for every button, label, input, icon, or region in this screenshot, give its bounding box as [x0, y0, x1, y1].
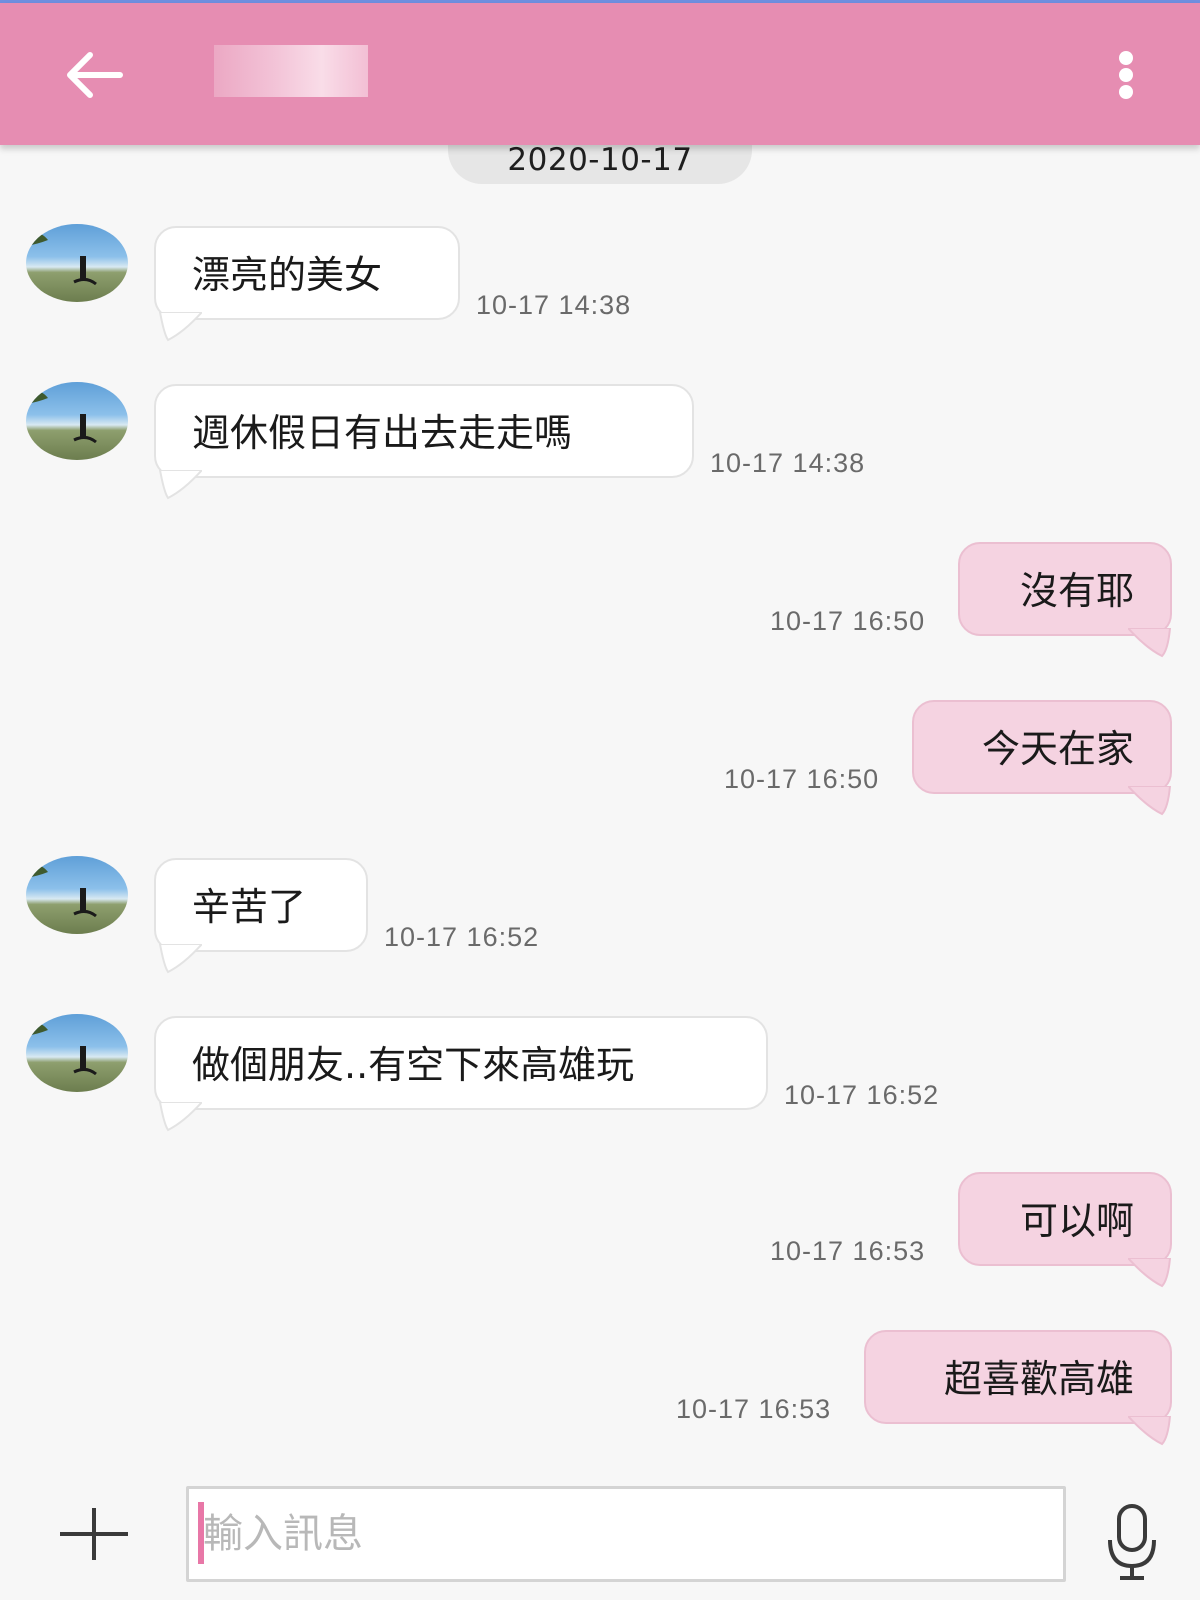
- contact-avatar[interactable]: [26, 382, 128, 460]
- bubble-tail: [1128, 786, 1172, 816]
- contact-name: [214, 45, 368, 97]
- bubble-tail: [1128, 628, 1172, 658]
- message-text: 可以啊: [1019, 1199, 1134, 1243]
- contact-avatar[interactable]: [26, 856, 128, 934]
- text-caret: [198, 1502, 204, 1564]
- message-time: 10-17 16:50: [770, 606, 926, 636]
- contact-avatar[interactable]: [26, 1014, 128, 1092]
- back-arrow-icon: [67, 52, 123, 98]
- message-time: 10-17 16:53: [676, 1394, 832, 1424]
- message-text: 辛苦了: [192, 885, 307, 929]
- message-bubble-incoming[interactable]: 辛苦了: [154, 858, 368, 952]
- message-time: 10-17 14:38: [710, 448, 866, 478]
- message-bubble-outgoing[interactable]: 今天在家: [912, 700, 1172, 794]
- message-time: 10-17 16:52: [384, 922, 540, 952]
- message-bubble-outgoing[interactable]: 可以啊: [958, 1172, 1172, 1266]
- message-text: 做個朋友..有空下來高雄玩: [192, 1043, 635, 1087]
- message-text: 漂亮的美女: [192, 253, 383, 297]
- more-vertical-icon: [1114, 51, 1138, 99]
- add-attachment-button[interactable]: [58, 1506, 130, 1562]
- microphone-icon: [1108, 1504, 1156, 1580]
- message-bubble-outgoing[interactable]: 沒有耶: [958, 542, 1172, 636]
- message-text: 週休假日有出去走走嗎: [192, 411, 573, 455]
- message-time: 10-17 16:52: [784, 1080, 940, 1110]
- avatar-photo-icon: [26, 389, 97, 444]
- bubble-tail: [1128, 1258, 1172, 1288]
- message-time: 10-17 14:38: [476, 290, 632, 320]
- message-input[interactable]: 輸入訊息: [186, 1486, 1066, 1582]
- bubble-tail: [158, 312, 202, 342]
- avatar-photo-icon: [26, 231, 97, 286]
- bubble-tail: [158, 470, 202, 500]
- message-bubble-incoming[interactable]: 週休假日有出去走走嗎: [154, 384, 694, 478]
- message-text: 沒有耶: [1019, 569, 1134, 613]
- bubble-tail: [158, 944, 202, 974]
- message-text: 今天在家: [981, 727, 1134, 771]
- message-bubble-incoming[interactable]: 漂亮的美女: [154, 226, 460, 320]
- bubble-tail: [1128, 1416, 1172, 1446]
- back-button[interactable]: [62, 49, 126, 101]
- plus-icon: [60, 1508, 128, 1560]
- chat-header: [0, 3, 1200, 145]
- message-bubble-incoming[interactable]: 做個朋友..有空下來高雄玩: [154, 1016, 768, 1110]
- contact-avatar[interactable]: [26, 224, 128, 302]
- message-input-placeholder: 輸入訊息: [203, 1511, 363, 1557]
- avatar-photo-icon: [26, 863, 97, 918]
- message-text: 超喜歡高雄: [943, 1357, 1134, 1401]
- avatar-photo-icon: [26, 1021, 97, 1076]
- bubble-tail: [158, 1102, 202, 1132]
- message-time: 10-17 16:53: [770, 1236, 926, 1266]
- message-bubble-outgoing[interactable]: 超喜歡高雄: [864, 1330, 1172, 1424]
- more-options-button[interactable]: [1114, 51, 1138, 99]
- voice-input-button[interactable]: [1106, 1502, 1158, 1586]
- message-time: 10-17 16:50: [724, 764, 880, 794]
